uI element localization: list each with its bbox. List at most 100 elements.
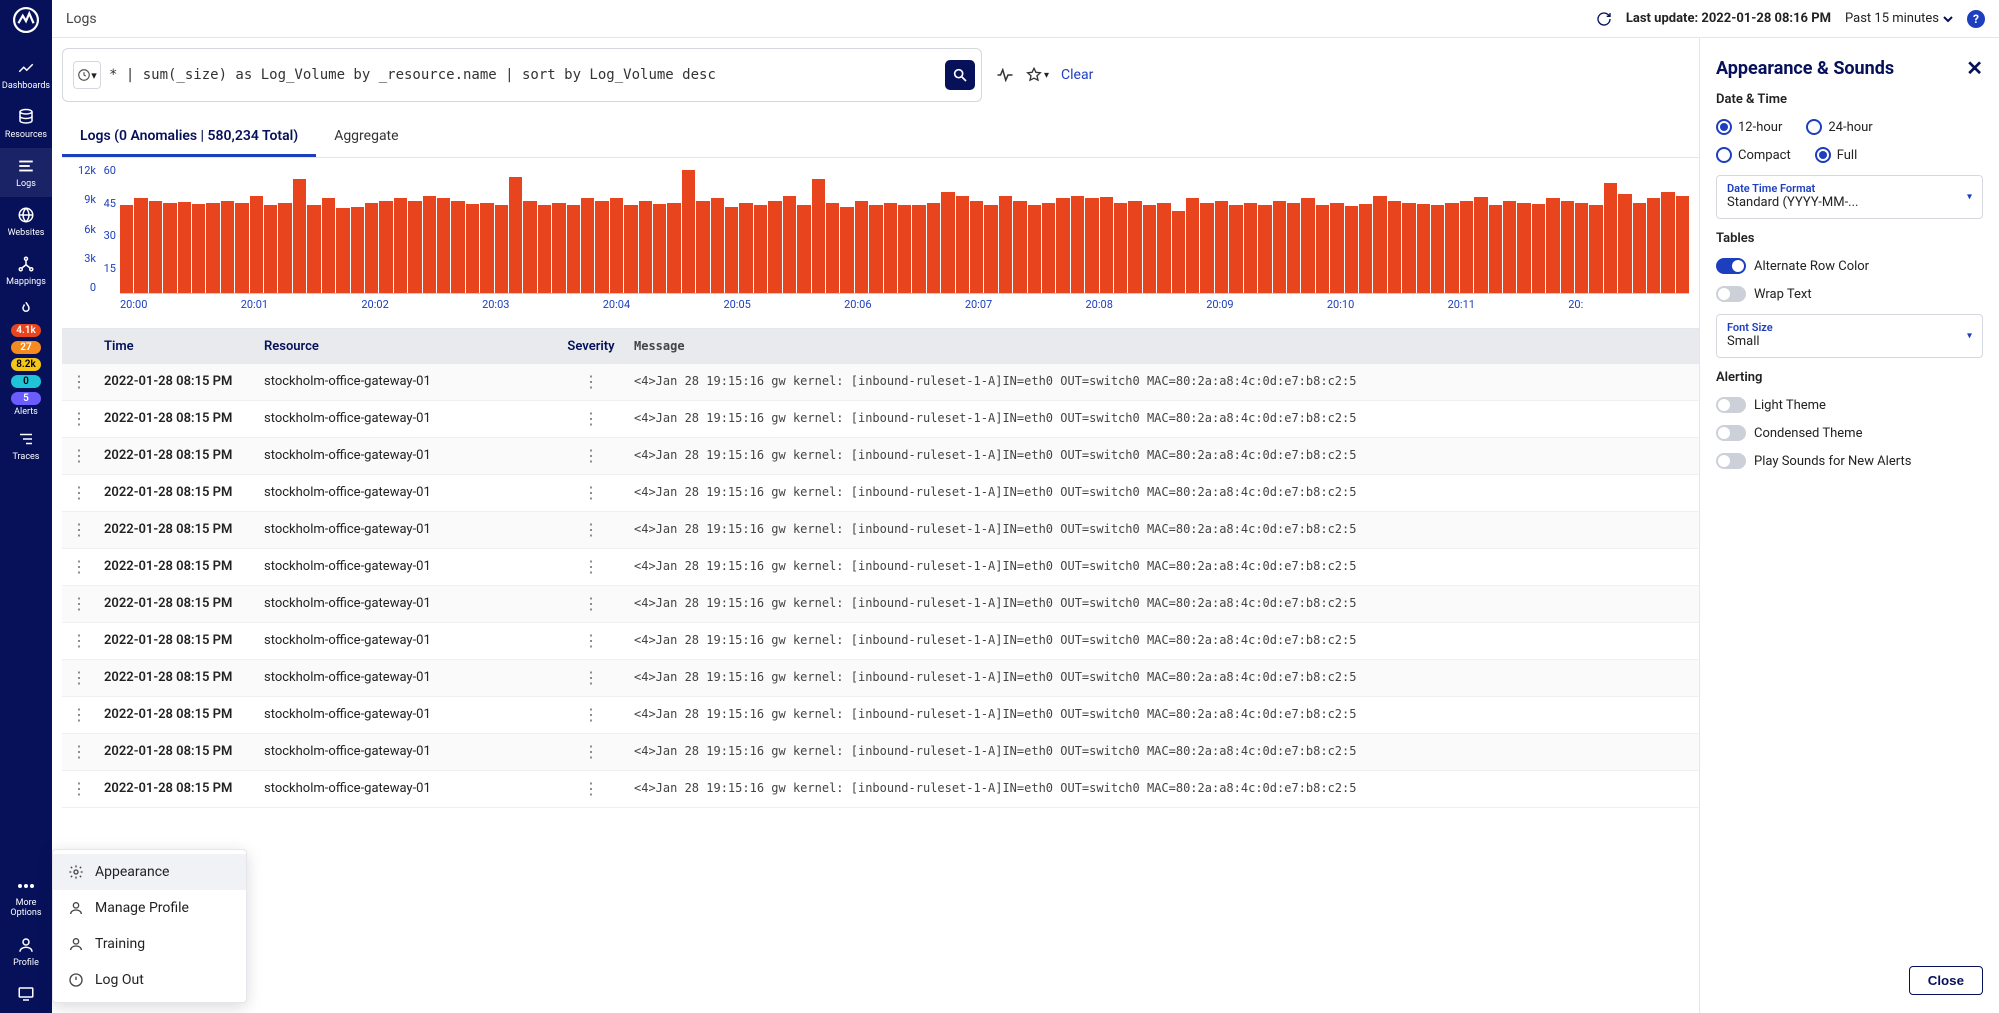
row-menu-button[interactable]: ⋮ <box>71 559 87 575</box>
chart-bar[interactable] <box>1546 198 1559 293</box>
chart-bar[interactable] <box>1373 196 1386 293</box>
chart-bar[interactable] <box>1056 198 1069 293</box>
nav-websites[interactable]: Websites <box>0 197 52 246</box>
chart-bar[interactable] <box>278 203 291 293</box>
chart-bar[interactable] <box>1028 205 1041 293</box>
chart-bar[interactable] <box>956 196 969 293</box>
chart-bar[interactable] <box>423 196 436 293</box>
severity-menu-button[interactable]: ⋮ <box>583 485 599 501</box>
row-menu-button[interactable]: ⋮ <box>71 670 87 686</box>
chart-bar[interactable] <box>941 192 954 293</box>
chart-bar[interactable] <box>711 198 724 293</box>
nav-traces[interactable]: Traces <box>0 421 52 470</box>
chart-bar[interactable] <box>1561 201 1574 293</box>
favorite-button[interactable]: ▾ <box>1026 67 1049 83</box>
chart-bar[interactable] <box>826 203 839 293</box>
chart-bar[interactable] <box>235 203 248 293</box>
chart-bar[interactable] <box>783 196 796 293</box>
th-severity[interactable]: Severity <box>556 329 626 364</box>
panel-close-button[interactable]: ✕ <box>1966 56 1983 80</box>
help-button[interactable]: ? <box>1967 10 1985 28</box>
chart-bar[interactable] <box>351 207 364 293</box>
table-row[interactable]: ⋮2022-01-28 08:15 PMstockholm-office-gat… <box>62 697 1699 734</box>
chart-bar[interactable] <box>1402 203 1415 293</box>
chart-bar[interactable] <box>970 201 983 293</box>
chart-bar[interactable] <box>307 205 320 293</box>
severity-menu-button[interactable]: ⋮ <box>583 633 599 649</box>
chart-bar[interactable] <box>1359 204 1372 293</box>
chart-bar[interactable] <box>1633 203 1646 293</box>
chart-bar[interactable] <box>1676 196 1689 293</box>
row-menu-button[interactable]: ⋮ <box>71 448 87 464</box>
menu-training[interactable]: Training <box>53 926 246 962</box>
chart-bar[interactable] <box>408 201 421 293</box>
row-menu-button[interactable]: ⋮ <box>71 744 87 760</box>
chart-bar[interactable] <box>1071 196 1084 293</box>
chart-bar[interactable] <box>1503 201 1516 293</box>
radio-12-hour[interactable]: 12-hour <box>1716 119 1782 135</box>
chart-bar[interactable] <box>134 198 147 293</box>
font-size-select[interactable]: Font Size Small ▾ <box>1716 314 1983 358</box>
chart-bar[interactable] <box>1489 205 1502 293</box>
chart-bar[interactable] <box>768 201 781 293</box>
chart-bar[interactable] <box>999 196 1012 293</box>
chart-bar[interactable] <box>1604 183 1617 293</box>
chart-bar[interactable] <box>1460 201 1473 293</box>
tab-logs[interactable]: Logs (0 Anomalies | 580,234 Total) <box>62 118 316 157</box>
row-menu-button[interactable]: ⋮ <box>71 485 87 501</box>
table-row[interactable]: ⋮2022-01-28 08:15 PMstockholm-office-gat… <box>62 438 1699 475</box>
severity-menu-button[interactable]: ⋮ <box>583 670 599 686</box>
chart-bar[interactable] <box>365 203 378 293</box>
chart-bar[interactable] <box>466 204 479 293</box>
chart-bar[interactable] <box>1532 204 1545 293</box>
chart-bar[interactable] <box>192 204 205 293</box>
table-row[interactable]: ⋮2022-01-28 08:15 PMstockholm-office-gat… <box>62 475 1699 512</box>
table-row[interactable]: ⋮2022-01-28 08:15 PMstockholm-office-gat… <box>62 549 1699 586</box>
chart-bars[interactable] <box>120 164 1689 294</box>
time-range-picker[interactable]: Past 15 minutes <box>1845 11 1953 26</box>
severity-menu-button[interactable]: ⋮ <box>583 744 599 760</box>
query-history-button[interactable]: ▾ <box>73 61 101 89</box>
chart-bar[interactable] <box>1128 201 1141 293</box>
chart-bar[interactable] <box>1244 203 1257 293</box>
chart-bar[interactable] <box>667 203 680 293</box>
chart-bar[interactable] <box>1258 205 1271 293</box>
chart-bar[interactable] <box>250 196 263 293</box>
chart-bar[interactable] <box>322 198 335 293</box>
nav-alerts[interactable]: 4.1k 27 8.2k 0 5 Alerts <box>0 295 52 421</box>
chart-bar[interactable] <box>1445 203 1458 293</box>
th-time[interactable]: Time <box>96 329 256 364</box>
close-button[interactable]: Close <box>1909 966 1983 995</box>
chart-bar[interactable] <box>336 208 349 293</box>
chart-bar[interactable] <box>639 201 652 293</box>
chart-bar[interactable] <box>812 179 825 293</box>
chart-bar[interactable] <box>264 205 277 293</box>
refresh-button[interactable] <box>1596 11 1612 27</box>
chart-bar[interactable] <box>912 205 925 293</box>
severity-menu-button[interactable]: ⋮ <box>583 707 599 723</box>
table-row[interactable]: ⋮2022-01-28 08:15 PMstockholm-office-gat… <box>62 623 1699 660</box>
th-resource[interactable]: Resource <box>256 329 556 364</box>
chart-bar[interactable] <box>451 201 464 293</box>
chart-bar[interactable] <box>1013 201 1026 293</box>
chart-bar[interactable] <box>379 201 392 293</box>
table-row[interactable]: ⋮2022-01-28 08:15 PMstockholm-office-gat… <box>62 771 1699 808</box>
menu-manage-profile[interactable]: Manage Profile <box>53 890 246 926</box>
tab-aggregate[interactable]: Aggregate <box>316 118 416 157</box>
table-row[interactable]: ⋮2022-01-28 08:15 PMstockholm-office-gat… <box>62 660 1699 697</box>
chart-bar[interactable] <box>696 201 709 293</box>
chart-bar[interactable] <box>1517 203 1530 293</box>
chart-bar[interactable] <box>855 201 868 293</box>
severity-menu-button[interactable]: ⋮ <box>583 596 599 612</box>
th-message[interactable]: Message <box>626 329 1699 364</box>
chart-bar[interactable] <box>927 203 940 293</box>
chart-bar[interactable] <box>754 205 767 293</box>
chart-bar[interactable] <box>1575 203 1588 293</box>
toggle-light-theme[interactable] <box>1716 397 1746 413</box>
chart-bar[interactable] <box>1114 203 1127 293</box>
chart-bar[interactable] <box>1215 201 1228 293</box>
toggle-condensed-theme[interactable] <box>1716 425 1746 441</box>
nav-resources[interactable]: Resources <box>0 99 52 148</box>
chart-bar[interactable] <box>1388 201 1401 293</box>
chart-bar[interactable] <box>610 198 623 293</box>
